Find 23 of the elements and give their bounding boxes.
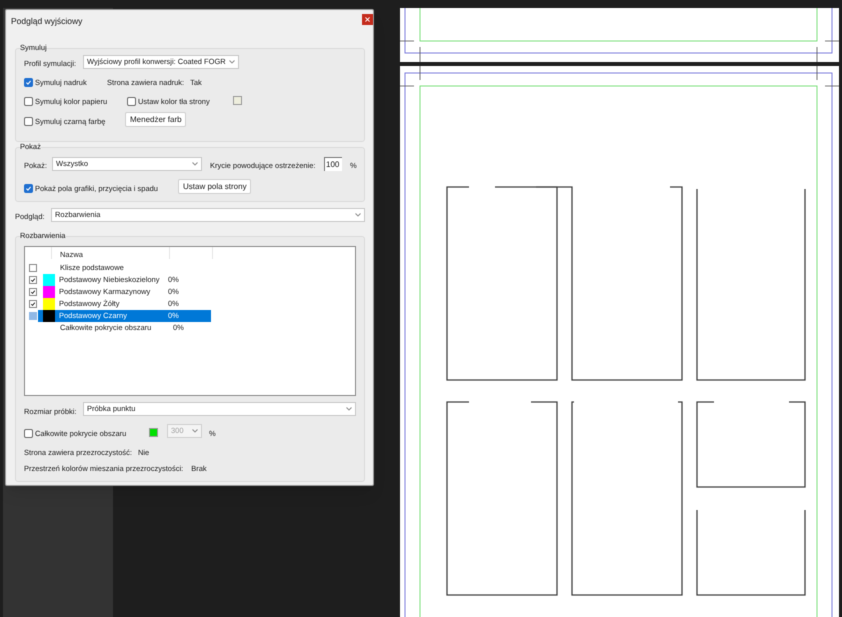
color-swatch[interactable] [233, 96, 242, 105]
chevron-icon [355, 213, 361, 217]
opacity-input[interactable]: 100 [324, 157, 342, 171]
button[interactable]: Menedżer farb [125, 112, 186, 127]
chevron-icon [192, 429, 198, 433]
checkbox[interactable] [29, 276, 37, 284]
color-swatch[interactable] [149, 428, 158, 437]
checkbox[interactable] [24, 97, 33, 106]
checkbox[interactable] [24, 117, 33, 126]
checkbox[interactable] [29, 312, 37, 320]
checkbox[interactable] [24, 184, 33, 194]
chevron-icon [229, 60, 235, 64]
checkbox[interactable] [127, 97, 136, 106]
checkbox[interactable] [29, 288, 37, 296]
close-icon [365, 17, 370, 22]
checkbox[interactable] [29, 264, 37, 272]
window-title: Podgląd wyjściowy [11, 15, 82, 28]
close-button[interactable] [362, 14, 373, 25]
checkbox[interactable] [29, 300, 37, 308]
chevron-icon [346, 407, 352, 411]
chevron-icon [192, 162, 198, 166]
button[interactable]: Ustaw pola strony [178, 179, 251, 194]
checkbox[interactable] [24, 78, 33, 88]
